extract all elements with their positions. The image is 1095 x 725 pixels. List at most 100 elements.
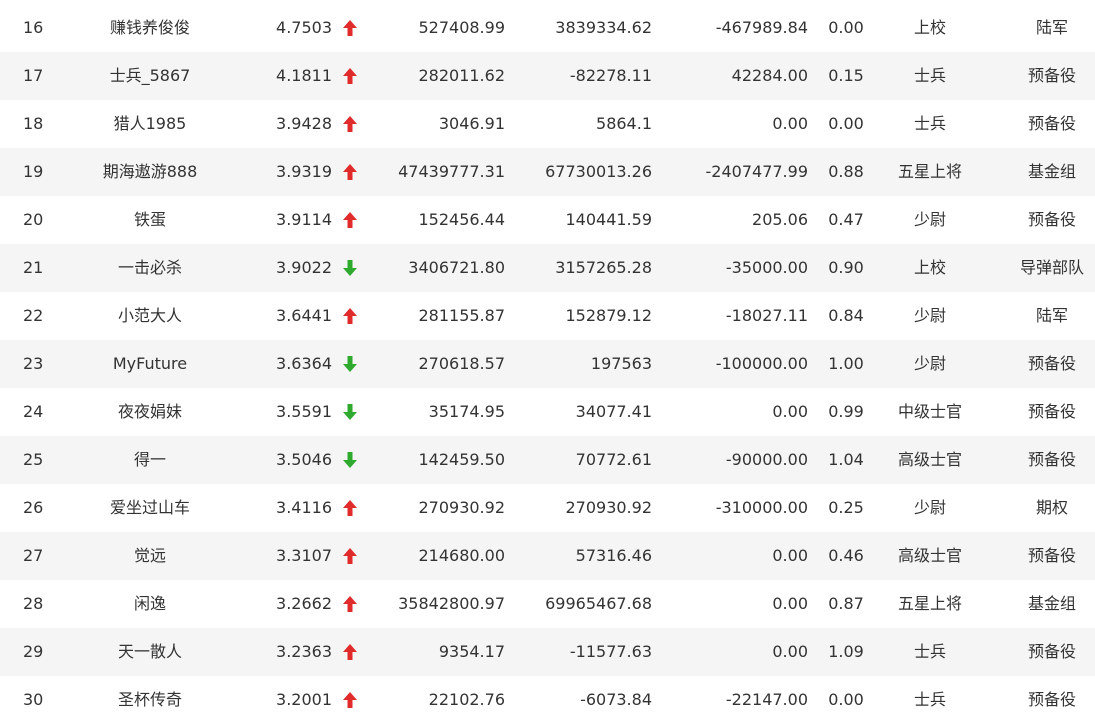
value-1: 47439777.31 (398, 162, 505, 181)
arrow-up-icon (343, 692, 359, 708)
group-name: 预备役 (1027, 66, 1076, 85)
rank-number: 19 (23, 162, 44, 181)
value-1: 142459.50 (418, 450, 505, 469)
value-1: 214680.00 (418, 546, 505, 565)
ratio-value: 0.00 (828, 18, 864, 37)
group-name: 预备役 (1027, 402, 1076, 421)
table-row[interactable]: 22 小范大人 3.6441 281155.87 152879.12 -1802… (0, 292, 1095, 340)
value-3: 0.00 (772, 546, 808, 565)
table-row[interactable]: 16 赚钱养俊俊 4.7503 527408.99 3839334.62 -46… (0, 4, 1095, 52)
table-row[interactable]: 19 期海遨游888 3.9319 47439777.31 67730013.2… (0, 148, 1095, 196)
value-3: -90000.00 (725, 450, 808, 469)
table-row[interactable]: 20 铁蛋 3.9114 152456.44 140441.59 205.06 … (0, 196, 1095, 244)
trend-arrow-svg (343, 116, 357, 132)
table-row[interactable]: 18 猎人1985 3.9428 3046.91 5864.1 0.00 0.0… (0, 100, 1095, 148)
rank-number: 17 (23, 66, 44, 85)
group-name: 预备役 (1027, 210, 1076, 229)
score-value: 3.2363 (276, 642, 332, 661)
value-1: 282011.62 (418, 66, 505, 85)
score-value: 3.9114 (276, 210, 332, 229)
group-name: 预备役 (1027, 642, 1076, 661)
value-3: -2407477.99 (705, 162, 808, 181)
ratio-value: 0.88 (828, 162, 864, 181)
table-row[interactable]: 26 爱坐过山车 3.4116 270930.92 270930.92 -310… (0, 484, 1095, 532)
arrow-down-icon (343, 404, 359, 420)
value-3: 205.06 (752, 210, 808, 229)
ratio-value: 1.00 (828, 354, 864, 373)
value-1: 9354.17 (438, 642, 505, 661)
value-3: -35000.00 (725, 258, 808, 277)
group-name: 基金组 (1027, 162, 1076, 181)
trend-arrow-svg (343, 452, 357, 468)
table-row[interactable]: 27 觉远 3.3107 214680.00 57316.46 0.00 0.4… (0, 532, 1095, 580)
ranking-table: 16 赚钱养俊俊 4.7503 527408.99 3839334.62 -46… (0, 4, 1095, 724)
military-rank: 少尉 (913, 306, 946, 325)
ratio-value: 0.47 (828, 210, 864, 229)
arrow-up-icon (343, 20, 359, 36)
arrow-up-icon (343, 596, 359, 612)
military-rank: 上校 (913, 18, 946, 37)
trend-arrow-svg (343, 644, 357, 660)
value-2: -11577.63 (569, 642, 652, 661)
table-row[interactable]: 25 得一 3.5046 142459.50 70772.61 -90000.0… (0, 436, 1095, 484)
value-3: -310000.00 (715, 498, 808, 517)
ratio-value: 1.09 (828, 642, 864, 661)
trend-arrow-svg (343, 260, 357, 276)
score-value: 4.7503 (276, 18, 332, 37)
rank-number: 22 (23, 306, 44, 325)
arrow-up-icon (343, 548, 359, 564)
score-value: 3.6441 (276, 306, 332, 325)
rank-number: 26 (23, 498, 44, 517)
rank-number: 16 (23, 18, 44, 37)
table-row[interactable]: 21 一击必杀 3.9022 3406721.80 3157265.28 -35… (0, 244, 1095, 292)
value-2: 67730013.26 (545, 162, 652, 181)
arrow-up-icon (343, 68, 359, 84)
table-row[interactable]: 29 天一散人 3.2363 9354.17 -11577.63 0.00 1.… (0, 628, 1095, 676)
arrow-down-icon (343, 260, 359, 276)
rank-number: 21 (23, 258, 44, 277)
trend-arrow-svg (343, 212, 357, 228)
ratio-value: 0.87 (828, 594, 864, 613)
score-value: 4.1811 (276, 66, 332, 85)
score-value: 3.5591 (276, 402, 332, 421)
group-name: 预备役 (1027, 114, 1076, 133)
military-rank: 少尉 (913, 210, 946, 229)
value-1: 281155.87 (418, 306, 505, 325)
arrow-up-icon (343, 212, 359, 228)
group-name: 预备役 (1027, 354, 1076, 373)
value-1: 3046.91 (438, 114, 505, 133)
value-3: -467989.84 (715, 18, 808, 37)
arrow-up-icon (343, 308, 359, 324)
rank-number: 29 (23, 642, 44, 661)
group-name: 导弹部队 (1019, 258, 1084, 277)
value-2: 3157265.28 (555, 258, 652, 277)
value-1: 3406721.80 (408, 258, 505, 277)
ratio-value: 0.00 (828, 114, 864, 133)
table-row[interactable]: 17 士兵_5867 4.1811 282011.62 -82278.11 42… (0, 52, 1095, 100)
table-row[interactable]: 30 圣杯传奇 3.2001 22102.76 -6073.84 -22147.… (0, 676, 1095, 724)
rank-number: 30 (23, 690, 44, 709)
trend-arrow-svg (343, 692, 357, 708)
trend-arrow-svg (343, 548, 357, 564)
table-row[interactable]: 23 MyFuture 3.6364 270618.57 197563 -100… (0, 340, 1095, 388)
table-row[interactable]: 28 闲逸 3.2662 35842800.97 69965467.68 0.0… (0, 580, 1095, 628)
military-rank: 士兵 (913, 690, 946, 709)
arrow-down-icon (343, 452, 359, 468)
value-3: -22147.00 (725, 690, 808, 709)
ratio-value: 0.15 (828, 66, 864, 85)
group-name: 预备役 (1027, 690, 1076, 709)
arrow-down-icon (343, 356, 359, 372)
score-value: 3.5046 (276, 450, 332, 469)
score-value: 3.4116 (276, 498, 332, 517)
trend-arrow-svg (343, 68, 357, 84)
military-rank: 五星上将 (897, 594, 962, 613)
group-name: 预备役 (1027, 546, 1076, 565)
table-row[interactable]: 24 夜夜娟妹 3.5591 35174.95 34077.41 0.00 0.… (0, 388, 1095, 436)
arrow-up-icon (343, 644, 359, 660)
military-rank: 士兵 (913, 114, 946, 133)
score-value: 3.9319 (276, 162, 332, 181)
value-1: 152456.44 (418, 210, 505, 229)
trend-arrow-svg (343, 20, 357, 36)
trend-arrow-svg (343, 596, 357, 612)
value-3: 0.00 (772, 594, 808, 613)
